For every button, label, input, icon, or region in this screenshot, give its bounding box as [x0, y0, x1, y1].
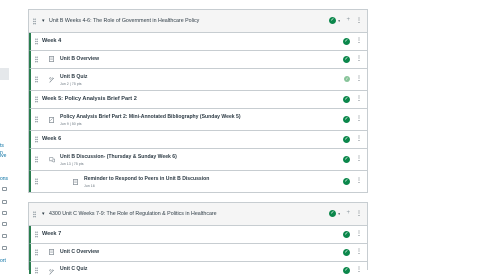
module-item-title[interactable]: Unit B Discussion- (Thursday & Sunday We…: [60, 154, 177, 160]
kebab-menu-icon[interactable]: ⋮: [356, 56, 362, 62]
module-item-row[interactable]: Unit B Discussion- (Thursday & Sunday We…: [29, 149, 367, 171]
nav-icon[interactable]: [2, 246, 7, 250]
publish-menu-chevron-icon[interactable]: ▾: [338, 19, 340, 23]
module-item-row-indented[interactable]: Reminder to Respond to Peers in Unit B D…: [29, 171, 367, 192]
module-item-details: Jun 16: [84, 184, 95, 188]
drag-handle-icon[interactable]: [35, 267, 38, 274]
text-header-title: Week 4: [42, 38, 62, 44]
module-title: 4300 Unit C Weeks 7-9: The Role of Regul…: [49, 211, 217, 217]
kebab-menu-icon[interactable]: ⋮: [356, 18, 362, 24]
text-header-row: Week 4 ✓ ⋮: [29, 33, 367, 51]
check-circle-icon[interactable]: ✓: [329, 210, 336, 217]
module-unit-c: ▾ 4300 Unit C Weeks 7-9: The Role of Reg…: [28, 202, 368, 275]
drag-handle-icon[interactable]: [35, 231, 38, 238]
drag-handle-icon[interactable]: [35, 116, 38, 123]
nav-link-partial[interactable]: ive: [0, 153, 6, 159]
check-circle-icon[interactable]: ✓: [343, 249, 350, 256]
discussion-icon: [49, 157, 55, 163]
nav-icon[interactable]: [2, 234, 7, 238]
text-header-row: Week 5: Policy Analysis Brief Part 2 ✓ ⋮: [29, 91, 367, 109]
plus-icon[interactable]: +: [346, 210, 350, 216]
drag-handle-icon[interactable]: [35, 76, 38, 83]
check-circle-icon[interactable]: ✓: [343, 178, 350, 185]
module-item-row[interactable]: Unit B Quiz Jun 2 | 75 pts ✓ ⋮: [29, 69, 367, 91]
module-item-details: Jun 9 | 50 pts: [60, 122, 82, 126]
module-title: Unit B Weeks 4-6: The Role of Government…: [49, 18, 200, 24]
module-header[interactable]: ▾ 4300 Unit C Weeks 7-9: The Role of Reg…: [29, 203, 367, 226]
kebab-menu-icon[interactable]: ⋮: [356, 116, 362, 122]
nav-icon[interactable]: [2, 222, 7, 226]
drag-handle-icon[interactable]: [35, 38, 38, 45]
page-icon: [49, 56, 54, 62]
check-circle-icon[interactable]: ✓: [343, 231, 350, 238]
module-item-details: Jun 2 | 75 pts: [60, 82, 82, 86]
kebab-menu-icon[interactable]: ⋮: [356, 249, 362, 255]
plus-icon[interactable]: +: [346, 17, 350, 23]
check-circle-icon[interactable]: ✓: [343, 96, 350, 103]
check-circle-icon[interactable]: ✓: [343, 136, 350, 143]
drag-handle-icon[interactable]: [35, 136, 38, 143]
kebab-menu-icon[interactable]: ⋮: [356, 136, 362, 142]
check-circle-icon[interactable]: ✓: [329, 17, 336, 24]
course-nav-active-item[interactable]: [0, 68, 9, 80]
module-item-row[interactable]: Unit C Overview ✓ ⋮: [29, 244, 367, 262]
kebab-menu-icon[interactable]: ⋮: [356, 96, 362, 102]
check-circle-icon[interactable]: ✓: [343, 38, 350, 45]
drag-handle-icon[interactable]: [35, 156, 38, 163]
page-icon: [49, 249, 54, 255]
quiz-icon: [49, 77, 54, 83]
collapse-caret-icon[interactable]: ▾: [42, 18, 45, 24]
text-header-title: Week 7: [42, 231, 62, 237]
nav-link-partial[interactable]: ort: [0, 258, 6, 264]
module-item-title[interactable]: Unit C Quiz: [60, 266, 87, 272]
kebab-menu-icon[interactable]: ⋮: [356, 231, 362, 237]
kebab-menu-icon[interactable]: ⋮: [356, 156, 362, 162]
module-item-title[interactable]: Unit B Overview: [60, 56, 99, 62]
module-item-row[interactable]: Policy Analysis Brief Part 2: Mini-Annot…: [29, 109, 367, 131]
page-icon: [73, 179, 78, 185]
module-unit-b: ▾ Unit B Weeks 4-6: The Role of Governme…: [28, 9, 368, 193]
nav-link-partial[interactable]: ts: [0, 143, 4, 149]
check-circle-icon[interactable]: ✓: [343, 116, 350, 123]
module-item-title[interactable]: Policy Analysis Brief Part 2: Mini-Annot…: [60, 114, 241, 120]
drag-handle-icon[interactable]: [33, 211, 36, 218]
collapse-caret-icon[interactable]: ▾: [42, 211, 45, 217]
text-header-title: Week 5: Policy Analysis Brief Part 2: [42, 96, 137, 102]
quiz-icon: [49, 269, 54, 275]
text-header-row: Week 7 ✓ ⋮: [29, 226, 367, 244]
kebab-menu-icon[interactable]: ⋮: [356, 38, 362, 44]
kebab-menu-icon[interactable]: ⋮: [356, 178, 362, 184]
drag-handle-icon[interactable]: [35, 249, 38, 256]
drag-handle-icon[interactable]: [35, 56, 38, 63]
check-circle-icon[interactable]: ✓: [343, 56, 350, 63]
check-circle-icon[interactable]: ✓: [343, 156, 350, 163]
text-header-row: Week 6 ✓ ⋮: [29, 131, 367, 149]
text-header-title: Week 6: [42, 136, 62, 142]
module-header[interactable]: ▾ Unit B Weeks 4-6: The Role of Governme…: [29, 10, 367, 33]
course-nav-edge: ts n ive ons ort: [0, 0, 9, 269]
publish-menu-chevron-icon[interactable]: ▾: [338, 212, 340, 216]
kebab-menu-icon[interactable]: ⋮: [356, 267, 362, 273]
check-circle-icon[interactable]: ✓: [343, 267, 350, 274]
assignment-icon: [49, 117, 54, 123]
nav-icon[interactable]: [2, 211, 7, 215]
kebab-menu-icon[interactable]: ⋮: [356, 76, 362, 82]
module-item-row[interactable]: Unit B Overview ✓ ⋮: [29, 51, 367, 69]
module-item-details: Jun 13 | 75 pts: [60, 162, 84, 166]
nav-icon[interactable]: [2, 200, 7, 204]
drag-handle-icon[interactable]: [35, 96, 38, 103]
kebab-menu-icon[interactable]: ⋮: [356, 211, 362, 217]
check-circle-icon[interactable]: ✓: [344, 76, 350, 82]
nav-link-partial[interactable]: ons: [0, 176, 8, 182]
module-item-title[interactable]: Unit B Quiz: [60, 74, 87, 80]
module-item-title[interactable]: Reminder to Respond to Peers in Unit B D…: [84, 176, 209, 182]
drag-handle-icon[interactable]: [35, 178, 38, 185]
drag-handle-icon[interactable]: [33, 18, 36, 25]
module-item-title[interactable]: Unit C Overview: [60, 249, 99, 255]
nav-icon[interactable]: [2, 187, 7, 191]
module-item-row[interactable]: Unit C Quiz ✓ ⋮: [29, 262, 367, 275]
